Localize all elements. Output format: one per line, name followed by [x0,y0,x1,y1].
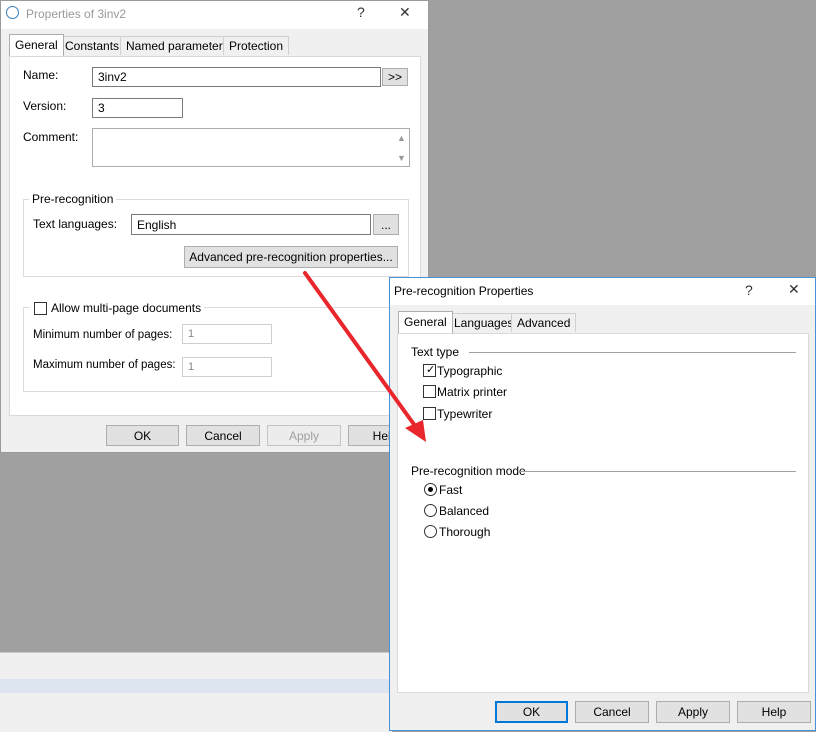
red-arrow-annotation [303,271,426,442]
arrow-shaft [303,271,420,432]
prerec-tab-general[interactable]: General [398,311,453,333]
tab-general[interactable]: General [9,34,64,56]
